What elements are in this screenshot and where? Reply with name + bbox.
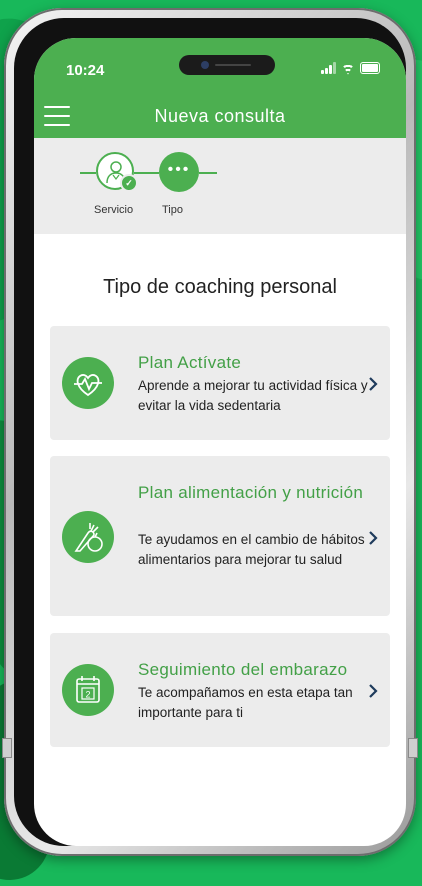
phone-bezel: 10:24 Nueva consulta ✓ ••• Servicio Tipo… xyxy=(14,18,406,846)
chevron-right-icon xyxy=(369,684,378,698)
step-tipo[interactable]: ••• xyxy=(159,152,199,192)
stepper-line xyxy=(80,172,96,174)
carrot-apple-icon xyxy=(62,511,114,563)
step-label-servicio: Servicio xyxy=(94,204,134,216)
stepper: ✓ ••• Servicio Tipo xyxy=(34,138,406,234)
option-description: Aprende a mejorar tu actividad física y … xyxy=(138,378,368,413)
signal-icon xyxy=(321,62,336,74)
chevron-right-icon xyxy=(369,377,378,391)
app-header: 10:24 Nueva consulta xyxy=(34,38,406,138)
option-title: Plan alimentación y nutrición xyxy=(138,483,364,502)
battery-icon xyxy=(360,62,380,74)
stepper-line xyxy=(134,172,159,174)
option-card-plan-alimentacion[interactable]: Plan alimentación y nutrición Te ayudamo… xyxy=(50,456,390,616)
wifi-icon xyxy=(341,62,355,74)
side-button xyxy=(2,738,12,758)
svg-text:2: 2 xyxy=(85,690,90,700)
step-label-tipo: Tipo xyxy=(162,204,183,216)
option-description: Te acompañamos en esta etapa tan importa… xyxy=(138,685,353,720)
step-servicio[interactable]: ✓ xyxy=(96,152,138,192)
stepper-line xyxy=(199,172,217,174)
speaker-icon xyxy=(215,64,251,66)
notch xyxy=(179,55,275,75)
status-icons xyxy=(321,62,380,74)
option-card-seguimiento-embarazo[interactable]: 2 Seguimiento del embarazo Te acompañamo… xyxy=(50,633,390,747)
option-description: Te ayudamos en el cambio de hábitos alim… xyxy=(138,532,365,567)
option-card-plan-activate[interactable]: Plan Actívate Aprende a mejorar tu activ… xyxy=(50,326,390,440)
status-time: 10:24 xyxy=(66,62,105,79)
option-title: Plan Actívate xyxy=(138,353,242,372)
heart-pulse-icon xyxy=(62,357,114,409)
side-button xyxy=(408,738,418,758)
section-title: Tipo de coaching personal xyxy=(103,276,337,298)
chevron-right-icon xyxy=(369,531,378,545)
calendar-icon: 2 xyxy=(62,664,114,716)
check-icon: ✓ xyxy=(120,174,138,192)
app-screen: 10:24 Nueva consulta ✓ ••• Servicio Tipo… xyxy=(34,38,406,846)
phone-frame: 10:24 Nueva consulta ✓ ••• Servicio Tipo… xyxy=(2,8,418,856)
camera-icon xyxy=(201,61,209,69)
page-title: Nueva consulta xyxy=(154,106,286,126)
option-title: Seguimiento del embarazo xyxy=(138,660,348,679)
